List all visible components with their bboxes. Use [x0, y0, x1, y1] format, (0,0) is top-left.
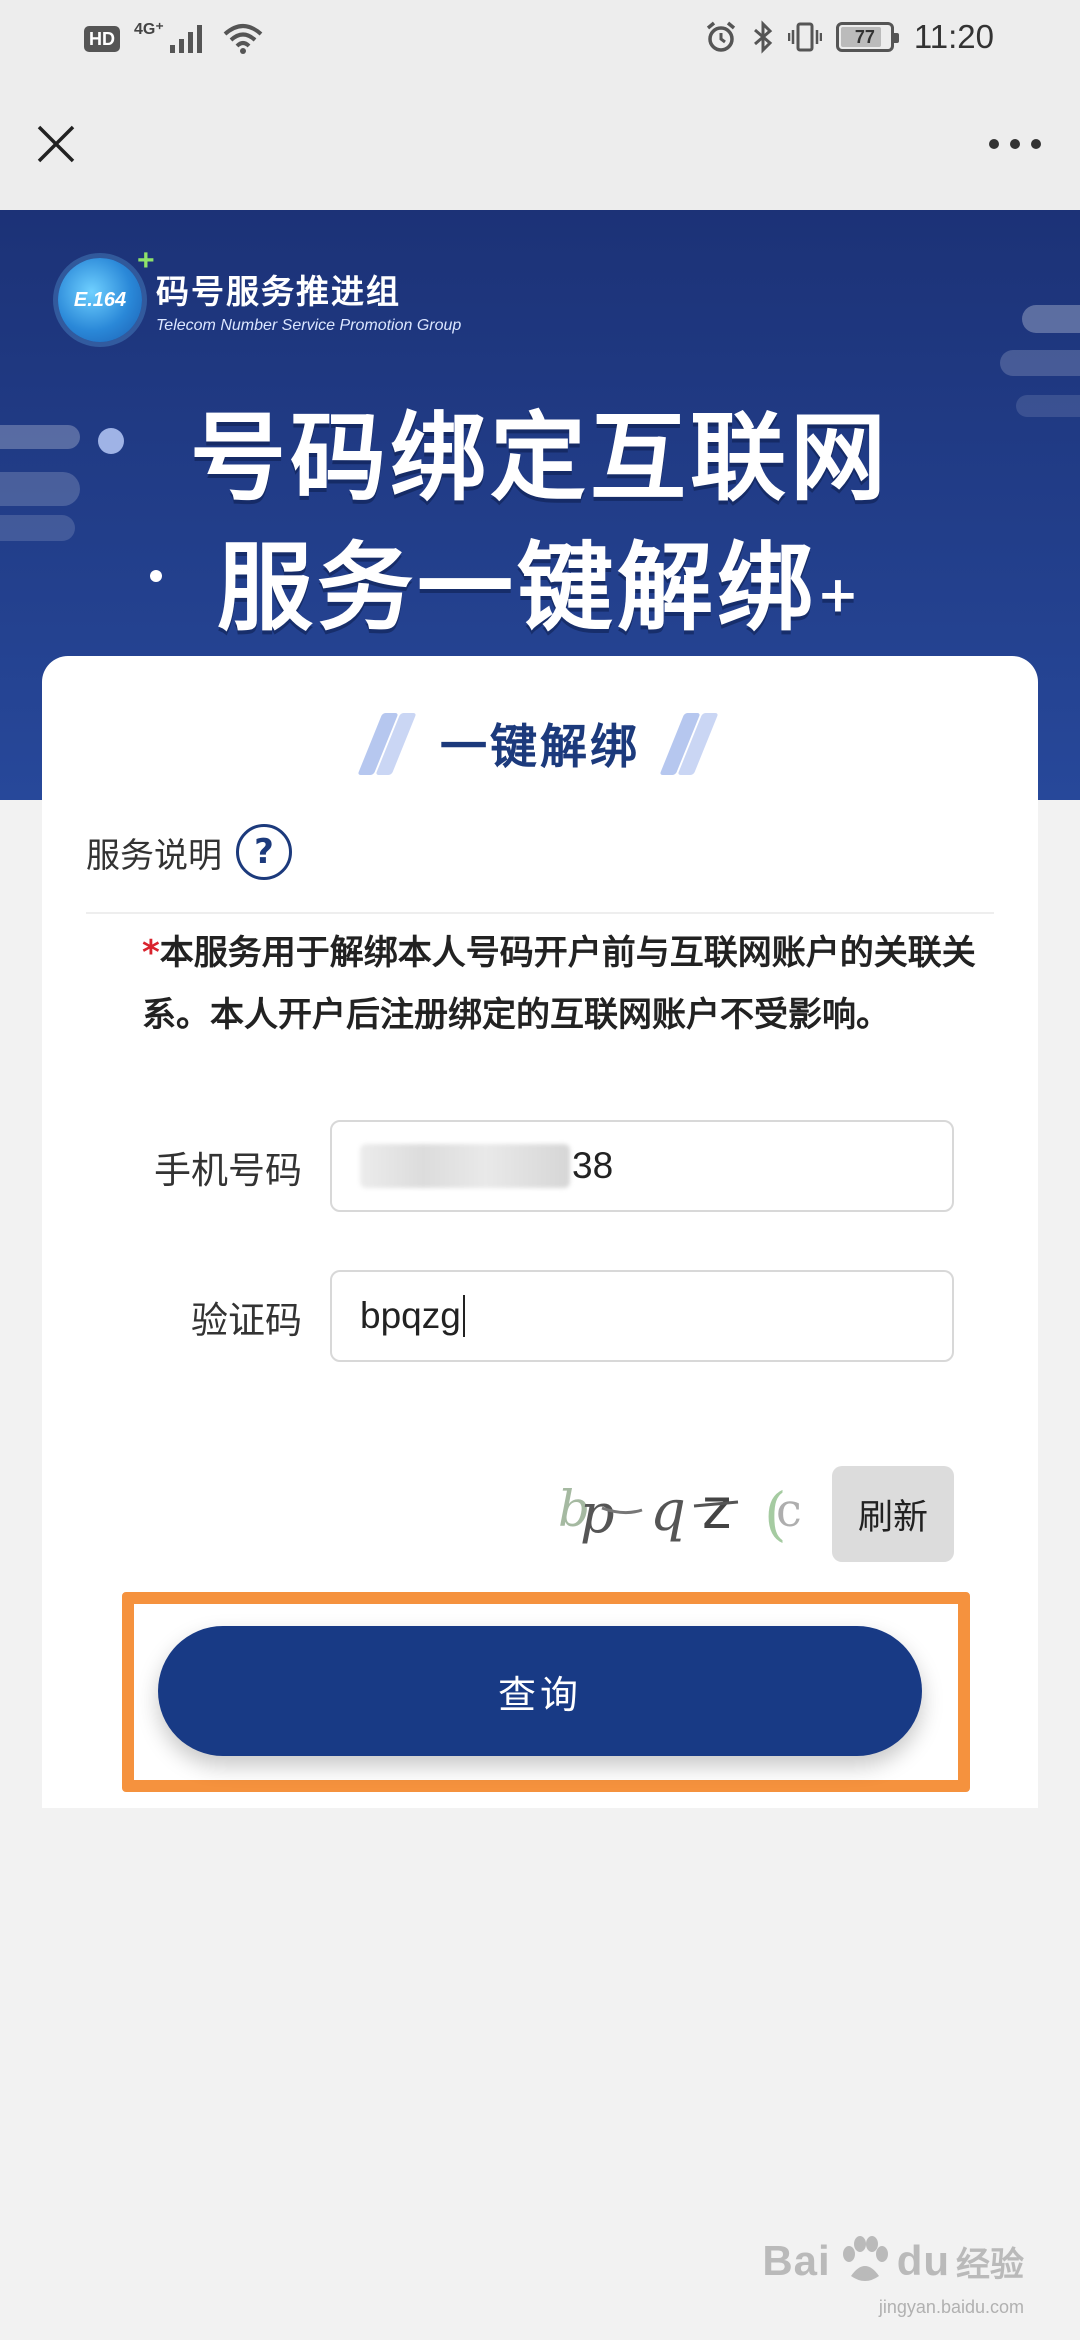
- vibrate-icon: [787, 22, 822, 52]
- more-icon: [989, 139, 1041, 149]
- logo-title-cn: 码号服务推进组: [156, 272, 401, 311]
- headline-plus: +: [817, 565, 863, 624]
- nav-bar: [0, 80, 1080, 210]
- help-icon[interactable]: ?: [236, 824, 292, 880]
- network-type: 4G⁺: [134, 21, 164, 38]
- service-label: 服务说明: [86, 835, 222, 876]
- status-bar: HD 4G⁺ 77 11:20: [0, 0, 1080, 80]
- divider: [86, 912, 994, 914]
- captcha-image[interactable]: b p q z ( c: [554, 1466, 814, 1556]
- phone-value: 38: [572, 1145, 614, 1186]
- close-button[interactable]: [28, 116, 84, 172]
- watermark-brand-2: du: [896, 2237, 950, 2284]
- svg-text:c: c: [776, 1483, 802, 1537]
- svg-text:q: q: [650, 1479, 686, 1544]
- headline-line-2: 服务一键解绑+: [0, 510, 1080, 649]
- notice-asterisk: *: [142, 933, 160, 973]
- card-title-row: 一键解绑: [42, 708, 1038, 777]
- baidu-watermark: Bai du 经验: [762, 2234, 1024, 2288]
- headline-line-2-text: 服务一键解绑: [217, 532, 818, 644]
- captcha-input[interactable]: bpqzg: [330, 1270, 954, 1362]
- title-deco-right: [659, 712, 719, 775]
- svg-text:p: p: [580, 1482, 615, 1545]
- watermark-cn: 经验: [956, 2244, 1024, 2285]
- captcha-value: bpqzg: [360, 1295, 461, 1336]
- bluetooth-icon: [753, 20, 773, 54]
- wifi-icon: [223, 24, 263, 54]
- title-deco-left: [357, 712, 417, 775]
- card-title: 一键解绑: [440, 720, 640, 775]
- text-cursor: [462, 1295, 465, 1337]
- phone-label: 手机号码: [154, 1149, 302, 1192]
- paw-icon: [842, 2236, 888, 2281]
- watermark-brand: Bai: [762, 2237, 831, 2284]
- service-info[interactable]: 服务说明 ?: [86, 824, 292, 880]
- logo-plus: +: [136, 244, 154, 277]
- clock: 11:20: [913, 18, 994, 55]
- close-icon: [37, 125, 75, 163]
- more-button[interactable]: [980, 116, 1050, 172]
- svg-text:z: z: [702, 1477, 731, 1542]
- query-button[interactable]: 查询: [158, 1626, 922, 1756]
- headline-line-1: 号码绑定互联网: [190, 402, 890, 514]
- watermark-url: jingyan.baidu.com: [878, 2297, 1024, 2317]
- logo-mark: E.164: [73, 288, 127, 311]
- refresh-captcha-button[interactable]: 刷新: [832, 1466, 954, 1562]
- e164-logo-icon: E.164 +: [58, 244, 154, 342]
- notice-body: 本服务用于解绑本人号码开户前与互联网账户的关联关系。本人开户后注册绑定的互联网账…: [142, 933, 976, 1035]
- logo-texts: 码号服务推进组 Telecom Number Service Promotion…: [156, 265, 461, 335]
- banner-deco-bar: [1000, 350, 1080, 376]
- unbind-card: 一键解绑 服务说明 ? *本服务用于解绑本人号码开户前与互联网账户的关联关系。本…: [42, 656, 1038, 1808]
- hd-badge: HD: [84, 26, 120, 52]
- signal-icon: [169, 25, 202, 53]
- logo-title-en: Telecom Number Service Promotion Group: [156, 317, 462, 334]
- notice-text: *本服务用于解绑本人号码开户前与互联网账户的关联关系。本人开户后注册绑定的互联网…: [142, 922, 982, 1046]
- status-right: 77 11:20: [704, 18, 994, 56]
- status-left: HD 4G⁺: [84, 21, 264, 56]
- captcha-label: 验证码: [191, 1299, 302, 1342]
- phone-input[interactable]: 38: [330, 1120, 954, 1212]
- battery-icon: 77: [835, 22, 899, 52]
- phone-mask: [360, 1144, 570, 1188]
- logo: E.164 + 码号服务推进组 Telecom Number Service P…: [58, 244, 461, 342]
- alarm-icon: [706, 21, 735, 52]
- banner-deco-bar: [1022, 305, 1080, 333]
- battery-level: 77: [854, 26, 875, 47]
